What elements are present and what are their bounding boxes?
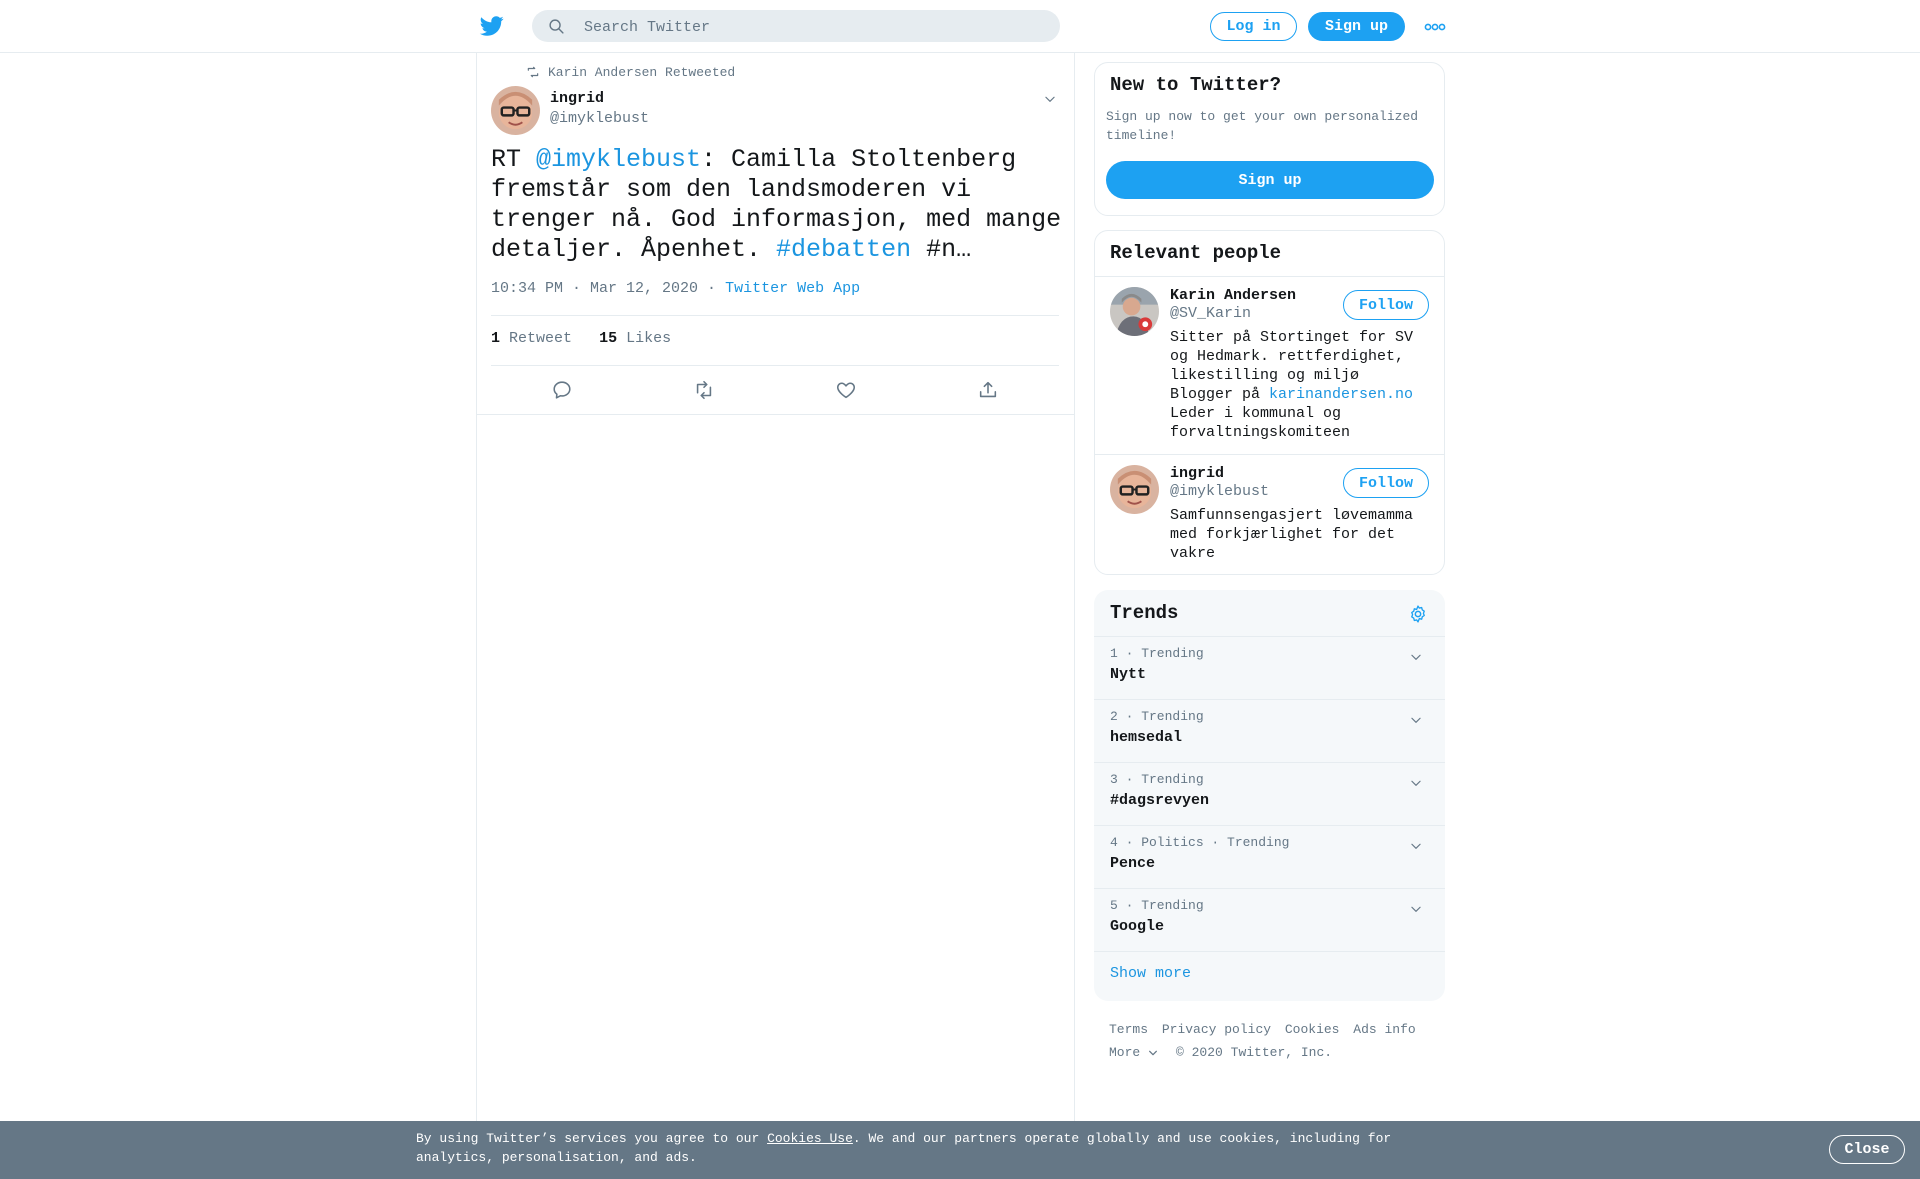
trend-name: Nytt (1110, 666, 1147, 683)
bio-text: Leder i kommunal og forvaltningskomiteen (1170, 405, 1351, 441)
tweet-author-avatar[interactable] (491, 86, 540, 135)
chevron-down-icon[interactable] (1409, 902, 1423, 916)
sidebar-signup-button[interactable]: Sign up (1106, 161, 1434, 199)
bio-text: Blogger på (1170, 386, 1270, 403)
trend-meta: 3 · Trending (1110, 772, 1204, 787)
follow-button[interactable]: Follow (1343, 468, 1429, 498)
likes-stat[interactable]: 15 Likes (599, 330, 671, 347)
tweet-author-name[interactable]: ingrid (550, 90, 604, 107)
tweet-source-link[interactable]: Twitter Web App (725, 280, 860, 297)
trend-item[interactable]: 3 · Trending #dagsrevyen (1094, 762, 1445, 825)
trend-item[interactable]: 4 · Politics · Trending Pence (1094, 825, 1445, 888)
tweet-text: RT @imyklebust: Camilla Stoltenberg frem… (491, 145, 1071, 265)
trend-item[interactable]: 1 · Trending Nytt (1094, 636, 1445, 699)
tweet-timestamp[interactable]: 10:34 PM · Mar 12, 2020 (491, 280, 698, 297)
signup-button[interactable]: Sign up (1308, 12, 1405, 41)
trend-item[interactable]: 2 · Trending hemsedal (1094, 699, 1445, 762)
trend-name: #dagsrevyen (1110, 792, 1210, 809)
new-to-twitter-title: New to Twitter? (1110, 74, 1282, 96)
tweet-text-prefix: RT (491, 145, 537, 174)
like-count: 15 (599, 330, 618, 347)
trend-name: Pence (1110, 855, 1156, 872)
divider (1095, 276, 1444, 277)
tweet-stats: 1 Retweet 15 Likes (491, 330, 671, 347)
person-avatar[interactable] (1110, 287, 1159, 336)
follow-button[interactable]: Follow (1343, 290, 1429, 320)
new-to-twitter-description: Sign up now to get your own personalized… (1106, 109, 1419, 143)
chevron-down-icon[interactable] (1409, 713, 1423, 727)
show-more-link[interactable]: Show more (1110, 965, 1191, 982)
share-icon[interactable] (977, 379, 999, 401)
retweet-context[interactable]: Karin Andersen Retweeted (526, 63, 735, 81)
login-button[interactable]: Log in (1210, 12, 1297, 41)
search-icon (549, 19, 564, 34)
reply-icon[interactable] (551, 379, 573, 401)
hashtag-link[interactable]: #debatten (776, 235, 911, 264)
tweet-text-suffix: #n… (911, 235, 972, 264)
chevron-down-icon[interactable] (1409, 776, 1423, 790)
bio-link[interactable]: karinandersen.no (1269, 386, 1413, 403)
tweet-metadata: 10:34 PM · Mar 12, 2020 · Twitter Web Ap… (491, 280, 860, 297)
person-bio: Samfunnsengasjert løvemamma med forkjærl… (1170, 507, 1414, 562)
close-button[interactable]: Close (1829, 1135, 1905, 1164)
chevron-down-icon[interactable] (1043, 92, 1057, 106)
retweet-small-icon (527, 66, 539, 78)
footer-privacy-link[interactable]: Privacy policy (1162, 1022, 1271, 1037)
person-handle[interactable]: @imyklebust (1170, 483, 1269, 500)
divider (491, 365, 1059, 366)
cookie-consent-bar: By using Twitter’s services you agree to… (0, 1121, 1920, 1179)
search-box[interactable] (532, 10, 1060, 44)
retweet-stat[interactable]: 1 Retweet (491, 330, 572, 347)
footer-more-link[interactable]: More (1109, 1045, 1158, 1060)
mention-link[interactable]: @imyklebust (536, 145, 701, 174)
tweet-author-handle[interactable]: @imyklebust (550, 110, 649, 127)
trend-name: Google (1110, 918, 1165, 935)
trend-meta: 4 · Politics · Trending (1110, 835, 1290, 850)
trend-item[interactable]: 5 · Trending Google (1094, 888, 1445, 951)
person-name[interactable]: Karin Andersen (1170, 287, 1296, 304)
cookies-use-link[interactable]: Cookies Use (767, 1131, 853, 1146)
copyright: © 2020 Twitter, Inc. (1176, 1045, 1333, 1060)
trend-meta: 2 · Trending (1110, 709, 1204, 724)
divider (1094, 951, 1445, 952)
meta-separator: · (698, 280, 726, 297)
person-name[interactable]: ingrid (1170, 465, 1224, 482)
settings-gear-icon[interactable] (1408, 604, 1428, 624)
trends-title: Trends (1110, 602, 1179, 624)
cookie-text: By using Twitter’s services you agree to… (416, 1131, 768, 1146)
retweet-stat-label: Retweet (509, 330, 573, 347)
chevron-down-icon (1149, 1050, 1158, 1055)
person-avatar[interactable] (1110, 465, 1159, 514)
twitter-bird-icon[interactable] (479, 14, 505, 38)
like-heart-icon[interactable] (835, 379, 857, 401)
trend-meta: 1 · Trending (1110, 646, 1204, 661)
trend-name: hemsedal (1110, 729, 1183, 746)
footer-more-label: More (1109, 1045, 1141, 1060)
search-input[interactable] (582, 10, 1046, 44)
footer-links: Terms Privacy policy Cookies Ads info Mo… (1109, 1018, 1439, 1064)
footer-cookies-link[interactable]: Cookies (1285, 1022, 1340, 1037)
likes-stat-label: Likes (626, 330, 672, 347)
chevron-down-icon[interactable] (1409, 839, 1423, 853)
retweet-count: 1 (491, 330, 501, 347)
chevron-down-icon[interactable] (1409, 650, 1423, 664)
divider (1095, 454, 1444, 455)
person-bio: Sitter på Stortinget for SV og Hedmark. … (1170, 328, 1430, 442)
footer-ads-link[interactable]: Ads info (1353, 1022, 1415, 1037)
trend-meta: 5 · Trending (1110, 898, 1204, 913)
top-navigation-bar: Log in Sign up (0, 0, 1920, 53)
more-options-icon[interactable] (1424, 22, 1446, 32)
retweet-context-label: Karin Andersen Retweeted (548, 64, 736, 80)
person-handle[interactable]: @SV_Karin (1170, 305, 1251, 322)
relevant-people-title: Relevant people (1110, 242, 1282, 264)
tweet-actions (491, 377, 1059, 403)
retweet-icon[interactable] (693, 379, 715, 401)
cookie-message: By using Twitter’s services you agree to… (416, 1129, 1416, 1167)
bio-text: Sitter på Stortinget for SV og Hedmark. … (1170, 329, 1414, 384)
divider (477, 414, 1074, 415)
footer-terms-link[interactable]: Terms (1109, 1022, 1148, 1037)
divider (491, 315, 1059, 316)
